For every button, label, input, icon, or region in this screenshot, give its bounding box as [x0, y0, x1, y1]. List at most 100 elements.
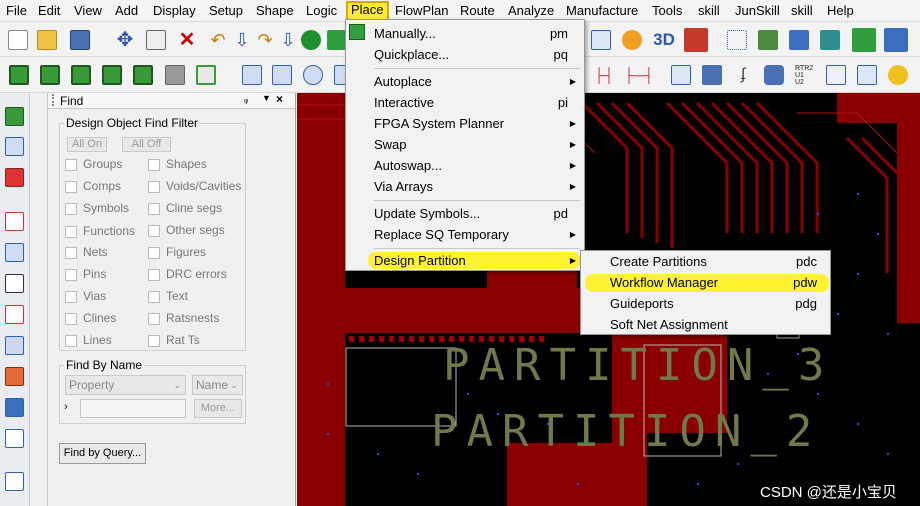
menu-item-create-partitions[interactable]: Create Partitions pdc: [610, 252, 825, 272]
menu-item-via-arrays[interactable]: Via Arrays ▶: [374, 177, 580, 197]
checkbox-cline-segs[interactable]: Cline segs: [148, 201, 222, 217]
checkbox-symbols[interactable]: Symbols: [65, 201, 129, 217]
menu-add[interactable]: Add: [114, 2, 139, 20]
select-net-icon[interactable]: [102, 65, 122, 85]
checkbox-pins[interactable]: Pins: [65, 267, 106, 283]
select-pin-icon[interactable]: [133, 65, 153, 85]
menu-item-interactive[interactable]: Interactive pi: [374, 93, 580, 113]
wrench-icon[interactable]: ʄ: [733, 65, 753, 85]
line-icon[interactable]: [5, 472, 24, 491]
select-symbol-icon[interactable]: [71, 65, 91, 85]
find-by-query-button[interactable]: Find by Query...: [59, 443, 146, 464]
menu-junskill[interactable]: JunSkill: [734, 2, 781, 20]
menu-item-fpga-system-planner[interactable]: FPGA System Planner ▶: [374, 114, 580, 134]
menu-item-replace-sq-temporary[interactable]: Replace SQ Temporary ▶: [374, 225, 580, 245]
route-icon[interactable]: [5, 212, 24, 231]
menu-skill[interactable]: skill: [697, 2, 721, 20]
arrow-down-2-icon[interactable]: ⇩: [278, 30, 298, 50]
cm-icon[interactable]: [852, 28, 876, 52]
menu-item-autoplace[interactable]: Autoplace ▶: [374, 72, 580, 92]
fanout-icon[interactable]: [5, 305, 24, 324]
bus-icon[interactable]: [5, 243, 24, 262]
menu-setup[interactable]: Setup: [208, 2, 244, 20]
pin-icon[interactable]: ᵩ: [244, 94, 248, 105]
grid-icon[interactable]: [727, 30, 747, 50]
checkbox-shapes[interactable]: Shapes: [148, 157, 207, 173]
dots-icon[interactable]: [857, 65, 877, 85]
menu-view[interactable]: View: [73, 2, 103, 20]
menu-edit[interactable]: Edit: [37, 2, 61, 20]
ug-icon[interactable]: [5, 137, 24, 156]
place-tool-icon[interactable]: [327, 30, 347, 50]
undo-icon[interactable]: ↶: [208, 30, 228, 50]
redo-icon[interactable]: ↷: [255, 30, 275, 50]
delay-tune-icon[interactable]: [5, 274, 24, 293]
place-comp-icon[interactable]: [5, 107, 24, 126]
dropdown-icon[interactable]: ▼: [262, 93, 271, 103]
help-icon[interactable]: [888, 65, 908, 85]
menu-item-autoswap[interactable]: Autoswap... ▶: [374, 156, 580, 176]
checkbox-groups[interactable]: Groups: [65, 157, 122, 173]
checkbox-rat-ts[interactable]: Rat Ts: [148, 333, 200, 349]
checkbox-drc-errors[interactable]: DRC errors: [148, 267, 227, 283]
frame-tool-icon[interactable]: [196, 65, 216, 85]
delete-icon[interactable]: ✕: [177, 30, 197, 50]
name-select[interactable]: Name ⌄: [192, 375, 243, 395]
copy-icon[interactable]: [146, 30, 166, 50]
new-file-icon[interactable]: [8, 30, 28, 50]
checkbox-ratsnests[interactable]: Ratsnests: [148, 311, 219, 327]
color-palette-icon[interactable]: [758, 30, 778, 50]
menu-item-swap[interactable]: Swap ▶: [374, 135, 580, 155]
menu-item-design-partition[interactable]: Design Partition ▶: [374, 251, 580, 271]
rtr-icon[interactable]: RTR2 U1 U2: [795, 65, 815, 86]
3d-view-icon[interactable]: 3D: [652, 28, 676, 52]
checkbox-lines[interactable]: Lines: [65, 333, 112, 349]
layers-icon[interactable]: [789, 30, 809, 50]
refresh-icon[interactable]: [622, 30, 642, 50]
menu-item-update-symbols[interactable]: Update Symbols... pd: [374, 204, 580, 224]
more-button[interactable]: More...: [194, 399, 242, 418]
menu-item-soft-net-assignment[interactable]: Soft Net Assignment: [610, 315, 825, 335]
menu-analyze[interactable]: Analyze: [507, 2, 555, 20]
menu-skill-2[interactable]: skill: [790, 2, 814, 20]
shape-poly-icon[interactable]: [242, 65, 262, 85]
checkbox-other-segs[interactable]: Other segs: [148, 223, 225, 239]
checkbox-vias[interactable]: Vias: [65, 289, 106, 305]
checkbox-voids[interactable]: Voids/Cavities: [148, 179, 241, 195]
checkbox-comps[interactable]: Comps: [65, 179, 121, 195]
move-icon[interactable]: ✥: [115, 30, 135, 50]
green-ball-icon[interactable]: [301, 30, 321, 50]
measure-icon[interactable]: ├┤: [594, 65, 614, 85]
shape-circle-icon[interactable]: [303, 65, 323, 85]
tune-icon[interactable]: [5, 429, 24, 448]
disabled-tool-icon[interactable]: [165, 65, 185, 85]
slide-icon[interactable]: [5, 367, 24, 386]
panel-icon[interactable]: [826, 65, 846, 85]
camera-icon[interactable]: [764, 65, 784, 85]
menu-file[interactable]: File: [5, 2, 28, 20]
select-comp-icon[interactable]: [40, 65, 60, 85]
odb-icon[interactable]: [671, 65, 691, 85]
array-icon[interactable]: [5, 398, 24, 417]
all-off-button[interactable]: All Off: [122, 137, 171, 152]
menu-logic[interactable]: Logic: [305, 2, 338, 20]
shape-rect-icon[interactable]: [272, 65, 292, 85]
arrow-down-icon[interactable]: ⇩: [232, 30, 252, 50]
zoom-fit-icon[interactable]: [591, 30, 611, 50]
menu-tools[interactable]: Tools: [651, 2, 683, 20]
menu-item-guideports[interactable]: Guideports pdg: [610, 294, 825, 314]
checkbox-functions[interactable]: Functions: [65, 224, 135, 240]
pin-icon[interactable]: [5, 168, 24, 187]
stack-icon[interactable]: [820, 30, 840, 50]
menu-shape[interactable]: Shape: [255, 2, 295, 20]
select-group-icon[interactable]: [9, 65, 29, 85]
menu-help[interactable]: Help: [826, 2, 855, 20]
menu-flowplan[interactable]: FlowPlan: [394, 2, 449, 20]
checkbox-figures[interactable]: Figures: [148, 245, 206, 261]
menu-route[interactable]: Route: [459, 2, 496, 20]
menu-item-workflow-manager[interactable]: Workflow Manager pdw: [610, 273, 825, 293]
checkbox-clines[interactable]: Clines: [65, 311, 116, 327]
book-icon[interactable]: [702, 65, 722, 85]
spread-icon[interactable]: [5, 336, 24, 355]
flip-icon[interactable]: [684, 28, 708, 52]
